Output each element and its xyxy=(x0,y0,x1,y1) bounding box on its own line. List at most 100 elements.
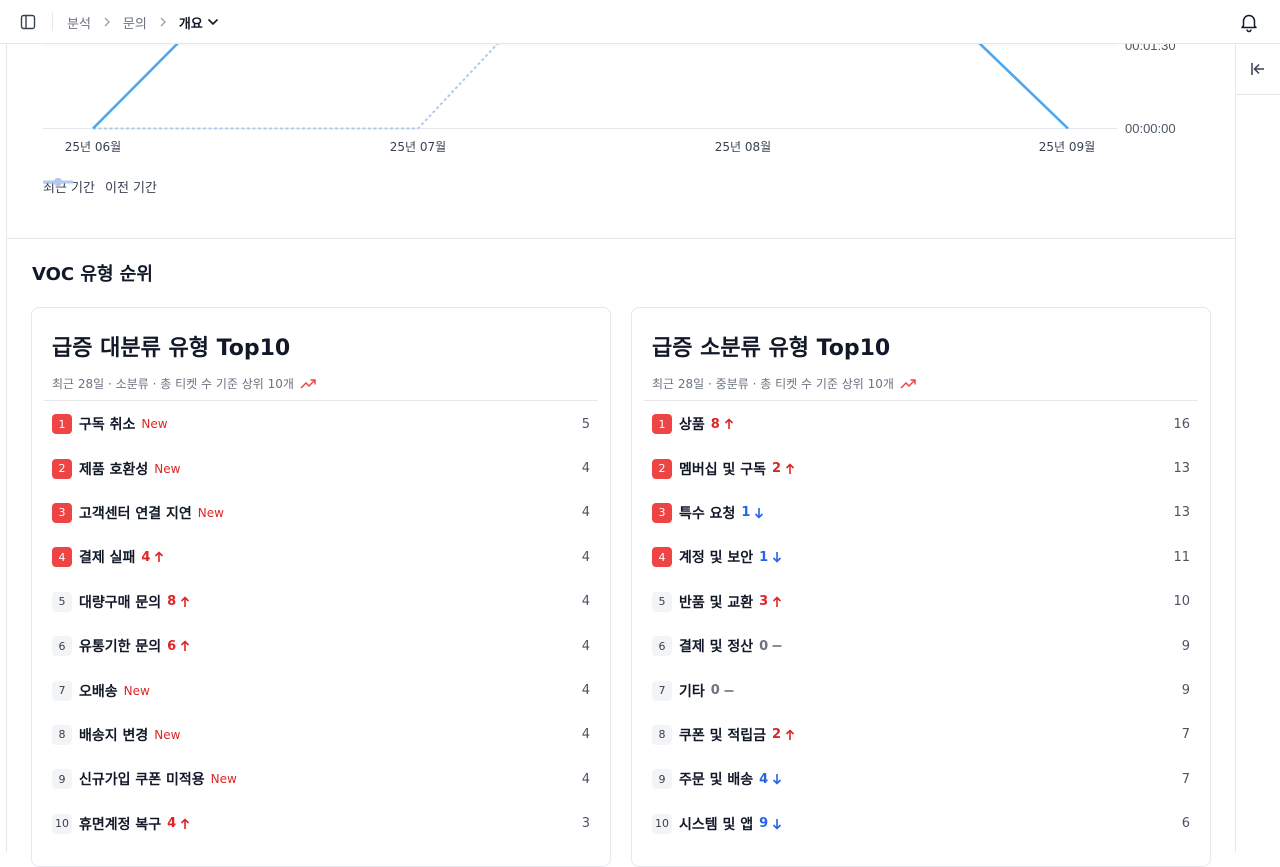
item-label: 결제 실패 xyxy=(79,550,136,567)
rank-badge: 4 xyxy=(52,547,72,568)
arrow-up-icon xyxy=(786,729,795,740)
card-subtitle: 최근 28일 · 중분류 · 총 티켓 수 기준 상위 10개 xyxy=(652,375,916,392)
list-item[interactable]: 3 고객센터 연결 지연 New 4 xyxy=(52,491,590,535)
rank-badge: 8 xyxy=(652,724,672,745)
list-item[interactable]: 2 제품 호환성 New 4 xyxy=(52,446,590,490)
rank-badge: 5 xyxy=(52,591,72,612)
rank-change: 8 xyxy=(711,417,735,432)
item-label: 유통기한 문의 xyxy=(79,639,162,656)
arrow-up-icon xyxy=(181,818,190,829)
item-value: 11 xyxy=(1173,549,1190,565)
list-item[interactable]: 7 기타 0 9 xyxy=(652,668,1190,712)
rank-change: 1 xyxy=(759,550,783,565)
list-item[interactable]: 5 대량구매 문의 8 4 xyxy=(52,580,590,624)
list-item[interactable]: 8 배송지 변경 New 4 xyxy=(52,713,590,757)
list-item[interactable]: 5 반품 및 교환 3 10 xyxy=(652,580,1190,624)
chevron-right-icon xyxy=(159,17,167,27)
list-item[interactable]: 6 유통기한 문의 6 4 xyxy=(52,624,590,668)
item-value: 4 xyxy=(581,727,590,743)
list-item[interactable]: 9 신규가입 쿠폰 미적용 New 4 xyxy=(52,757,590,801)
item-label: 대량구매 문의 xyxy=(79,594,162,611)
chevron-down-icon xyxy=(207,18,218,26)
item-label: 반품 및 교환 xyxy=(679,594,754,611)
arrow-down-icon xyxy=(755,507,764,519)
card-title: 급증 소분류 유형 Top10 xyxy=(652,336,891,361)
rank-badge: 10 xyxy=(52,813,72,834)
rank-badge: 1 xyxy=(52,414,72,435)
rank-change: 4 xyxy=(759,772,783,787)
rank-change: 2 xyxy=(772,461,796,476)
card-subtitle-text: 최근 28일 · 중분류 · 총 티켓 수 기준 상위 10개 xyxy=(652,377,894,391)
new-badge: New xyxy=(210,772,237,787)
rank-change-value: 8 xyxy=(167,594,177,610)
trending-up-icon xyxy=(300,378,316,390)
right-side-panel xyxy=(1235,44,1280,852)
new-badge: New xyxy=(154,727,181,742)
collapse-panel-button[interactable] xyxy=(1236,44,1280,95)
item-label: 배송지 변경 xyxy=(79,727,149,744)
card-divider xyxy=(44,400,598,401)
rank-change: 1 xyxy=(741,505,765,520)
rank-change-value: 4 xyxy=(167,816,177,832)
list-item[interactable]: 3 특수 요청 1 13 xyxy=(652,491,1190,535)
breadcrumb-current-dropdown[interactable]: 개요 xyxy=(179,13,219,32)
rank-change: 9 xyxy=(759,816,783,831)
item-value: 4 xyxy=(581,638,590,654)
bell-icon[interactable] xyxy=(1238,11,1260,33)
trending-up-icon xyxy=(900,378,916,390)
header-divider xyxy=(52,13,53,31)
breadcrumb-item-inquiry[interactable]: 문의 xyxy=(123,13,147,32)
rank-change-value: 0 xyxy=(710,683,720,699)
rank-change: 4 xyxy=(141,550,165,565)
rank-badge: 7 xyxy=(652,680,672,701)
list-item[interactable]: 1 상품 8 16 xyxy=(652,402,1190,446)
list-item[interactable]: 9 주문 및 배송 4 7 xyxy=(652,757,1190,801)
list-item[interactable]: 1 구독 취소 New 5 xyxy=(52,402,590,446)
x-tick-label: 25년 09월 xyxy=(1039,140,1095,154)
list-item[interactable]: 4 계정 및 보안 1 11 xyxy=(652,535,1190,579)
ranking-list: 1 상품 8 16 2 멤버십 및 구독 2 13 3 특수 요청 1 13 4 계정 및 보안 1 11 5 반… xyxy=(652,402,1190,846)
rank-change-value: 3 xyxy=(759,594,769,610)
rank-change-value: 0 xyxy=(759,638,769,654)
y-tick-label: 00:00:00 xyxy=(1125,121,1176,136)
list-item[interactable]: 7 오배송 New 4 xyxy=(52,668,590,712)
list-item[interactable]: 8 쿠폰 및 적립금 2 7 xyxy=(652,713,1190,757)
item-label: 구독 취소 xyxy=(79,417,136,434)
rank-change-value: 2 xyxy=(772,461,782,477)
arrow-down-icon xyxy=(773,774,782,785)
list-item[interactable]: 6 결제 및 정산 0 9 xyxy=(652,624,1190,668)
series-recent-line-end xyxy=(978,44,1069,130)
item-value: 5 xyxy=(581,416,590,432)
item-value: 10 xyxy=(1173,594,1190,610)
rank-change: 6 xyxy=(167,639,191,654)
card-divider xyxy=(644,400,1198,401)
list-item[interactable]: 4 결제 실패 4 4 xyxy=(52,535,590,579)
legend-item-previous[interactable]: 이전 기간 xyxy=(43,177,157,196)
item-value: 4 xyxy=(581,505,590,521)
item-value: 13 xyxy=(1173,505,1190,521)
new-badge: New xyxy=(123,683,150,698)
rank-change-value: 1 xyxy=(759,549,769,565)
ranking-list: 1 구독 취소 New 5 2 제품 호환성 New 4 3 고객센터 연결 지연 New 4 4 결제 … xyxy=(52,402,590,846)
sidebar-toggle-icon[interactable] xyxy=(18,12,38,32)
item-label: 상품 xyxy=(679,417,705,434)
rank-badge: 3 xyxy=(652,502,672,523)
rank-badge: 5 xyxy=(652,591,672,612)
card-subtitle-text: 최근 28일 · 소분류 · 총 티켓 수 기준 상위 10개 xyxy=(52,377,294,391)
breadcrumb-item-analysis[interactable]: 분석 xyxy=(67,13,91,32)
x-tick-label: 25년 08월 xyxy=(715,140,771,154)
arrow-up-icon xyxy=(773,596,782,607)
rank-change: 3 xyxy=(759,594,783,609)
list-item[interactable]: 10 휴면계정 복구 4 3 xyxy=(52,802,590,846)
rank-badge: 6 xyxy=(52,636,72,657)
rank-change-value: 4 xyxy=(759,771,769,787)
arrow-up-icon xyxy=(155,551,164,563)
rank-badge: 7 xyxy=(52,680,72,701)
item-value: 16 xyxy=(1173,416,1190,432)
rank-badge: 4 xyxy=(652,547,672,568)
rank-change: 2 xyxy=(772,727,796,742)
item-label: 주문 및 배송 xyxy=(679,772,754,789)
list-item[interactable]: 10 시스템 및 앱 9 6 xyxy=(652,802,1190,846)
dash-icon xyxy=(724,689,734,692)
list-item[interactable]: 2 멤버십 및 구독 2 13 xyxy=(652,446,1190,490)
